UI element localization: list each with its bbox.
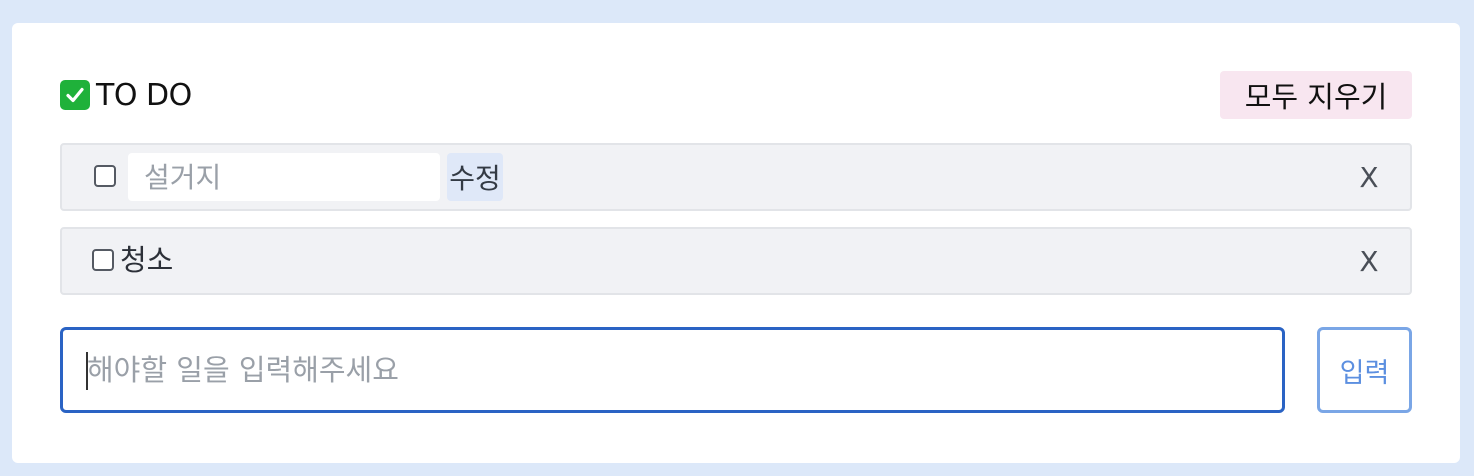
todo-checkbox[interactable]: [94, 165, 116, 187]
edit-button[interactable]: 수정: [447, 153, 503, 201]
submit-button[interactable]: 입력: [1317, 327, 1412, 413]
todo-checkbox[interactable]: [92, 249, 114, 271]
check-mark-glyph: [66, 87, 84, 103]
delete-button[interactable]: X: [1356, 157, 1382, 197]
todo-item-editing: 수정 X: [60, 143, 1412, 211]
check-mark-icon: [60, 80, 90, 110]
delete-button[interactable]: X: [1356, 241, 1382, 281]
clear-all-button[interactable]: 모두 지우기: [1220, 71, 1412, 119]
todo-item: 청소 X: [60, 227, 1412, 295]
page-title-text: TO DO: [96, 77, 192, 113]
text-cursor: [86, 352, 88, 390]
todo-header: TO DO 모두 지우기: [60, 71, 1412, 119]
todo-edit-input[interactable]: [128, 153, 440, 201]
todo-list: 수정 X 청소 X: [60, 143, 1412, 311]
new-todo-input[interactable]: [60, 327, 1285, 413]
todo-text: 청소: [120, 243, 174, 277]
page-title: TO DO: [60, 77, 192, 113]
